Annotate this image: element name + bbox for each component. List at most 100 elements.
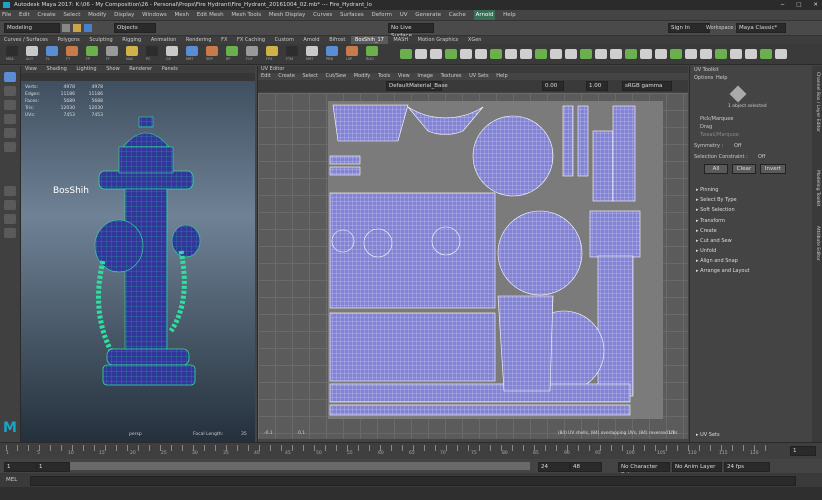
viewport-menu-item[interactable]: Show [106,66,120,72]
menu-surfaces[interactable]: Surfaces [340,10,364,20]
gamma-field[interactable]: 1.00 [586,81,608,91]
uv-menu-item[interactable]: Tools [378,73,390,79]
shelf-tab-active[interactable]: BosShih_17 [350,36,388,44]
viewport-menu-item[interactable]: Shading [46,66,66,72]
time-slider[interactable]: 1 5 10 15 20 25 30 35 40 45 50 55 60 65 70 75 80 85 90 95 10… [0,442,822,459]
colorspace-dropdown[interactable]: sRGB gamma [622,81,672,91]
range-end-field[interactable]: 24 [538,462,570,472]
menu-select[interactable]: Select [63,10,80,20]
material-dropdown[interactable]: DefaultMaterial_Base [386,81,448,91]
section-create[interactable]: Create [696,228,717,234]
shelf-tool-icon[interactable] [430,49,442,59]
section-uv-sets[interactable]: UV Sets [696,432,720,438]
shelf-tool-icon[interactable] [775,49,787,59]
shelf-tool-icon[interactable] [640,49,652,59]
shelf-tool-icon[interactable] [46,46,58,56]
shelf-tool-icon[interactable] [246,46,258,56]
menu-mesh[interactable]: Mesh [174,10,188,20]
menu-edit[interactable]: Edit [19,10,30,20]
shelf-tool-icon[interactable] [6,46,18,56]
menu-help[interactable]: Help [503,10,516,20]
shelf-tool-icon[interactable] [226,46,238,56]
shelf-tool-icon[interactable] [730,49,742,59]
shelf-tool-icon[interactable] [760,49,772,59]
start-frame-field[interactable]: 1 [4,462,38,472]
shelf-tool-icon[interactable] [306,46,318,56]
shelf-tool-icon[interactable] [655,49,667,59]
section-transform[interactable]: Transform [696,218,725,224]
menu-mesh-tools[interactable]: Mesh Tools [231,10,261,20]
workspace-dropdown[interactable]: Maya Classic* [736,23,786,33]
shelf-tool-icon[interactable] [550,49,562,59]
shelf-tool-icon[interactable] [126,46,138,56]
fps-dropdown[interactable]: 24 fps [724,462,770,472]
layout-side-icon[interactable] [4,214,16,224]
shelf-tool-icon[interactable] [146,46,158,56]
shelf-tool-icon[interactable] [400,49,412,59]
shelf-tool-icon[interactable] [715,49,727,59]
shelf-tool-icon[interactable] [595,49,607,59]
section-arrange-and-layout[interactable]: Arrange and Layout [696,268,750,274]
shelf-tool-icon[interactable] [625,49,637,59]
shelf-tab[interactable]: MASH [389,36,412,44]
uv-menu-item[interactable]: Create [278,73,295,79]
shelf-tab[interactable]: Arnold [299,36,323,44]
side-tab-attribute-editor[interactable]: Attribute Editor [815,226,820,261]
shelf-tool-icon[interactable] [26,46,38,56]
symmetry-value[interactable]: Off [734,143,741,149]
menu-uv[interactable]: UV [400,10,408,20]
shelf-tab[interactable]: Custom [271,36,298,44]
layout-four-icon[interactable] [4,200,16,210]
section-align-and-snap[interactable]: Align and Snap [696,258,738,264]
shelf-tab[interactable]: FX Caching [233,36,269,44]
shelf-tool-icon[interactable] [700,49,712,59]
tweak-marquee-option[interactable]: Tweak/Marquee [700,132,739,138]
minimize-icon[interactable]: ─ [781,0,784,10]
section-unfold[interactable]: Unfold [696,248,716,254]
menu-generate[interactable]: Generate [415,10,441,20]
shelf-tool-icon[interactable] [580,49,592,59]
menu-deform[interactable]: Deform [372,10,392,20]
shelf-tool-icon[interactable] [186,46,198,56]
shelf-tool-icon[interactable] [520,49,532,59]
shelf-tool-icon[interactable] [475,49,487,59]
anim-layer-dropdown[interactable]: No Anim Layer [672,462,722,472]
menu-mesh-display[interactable]: Mesh Display [269,10,306,20]
shelf-tool-icon[interactable] [610,49,622,59]
mode-dropdown[interactable]: Modeling [4,23,60,33]
new-scene-icon[interactable] [62,24,70,32]
shelf-tool-icon[interactable] [346,46,358,56]
shelf-tab[interactable]: Sculpting [85,36,116,44]
uv-menu-item[interactable]: Modify [354,73,371,79]
shelf-tool-icon[interactable] [166,46,178,56]
section-pinning[interactable]: Pinning [696,187,718,193]
shelf-tab[interactable]: Animation [147,36,181,44]
shelf-tool-icon[interactable] [415,49,427,59]
perspective-viewport[interactable]: View Shading Lighting Show Renderer Pane… [21,66,255,442]
paint-select-icon[interactable] [4,100,16,110]
shelf-tool-icon[interactable] [490,49,502,59]
menu-edit-mesh[interactable]: Edit Mesh [197,10,224,20]
live-surface-field[interactable]: No Live Surface [388,23,434,39]
close-icon[interactable]: ✕ [813,0,818,10]
shelf-tool-icon[interactable] [460,49,472,59]
section-soft-selection[interactable]: Soft Selection [696,207,735,213]
shelf-tab[interactable]: XGen [464,36,486,44]
shelf-tool-icon[interactable] [565,49,577,59]
fire-hydrant-model[interactable] [81,111,221,411]
maximize-icon[interactable]: □ [796,0,801,10]
section-cut-and-sew[interactable]: Cut and Sew [696,238,732,244]
shelf-tool-icon[interactable] [326,46,338,56]
viewport-menu-item[interactable]: Panels [162,66,178,72]
objects-dropdown[interactable]: Objects [114,23,156,33]
shelf-tab[interactable]: Bifrost [325,36,349,44]
pick-marquee-option[interactable]: Pick/Marquee [700,116,733,122]
shelf-tab[interactable]: Curves / Surfaces [0,36,52,44]
shelf-tab[interactable]: FX [217,36,231,44]
shelf-tool-icon[interactable] [685,49,697,59]
uv-menu-item[interactable]: View [398,73,410,79]
viewport-menu-item[interactable]: Lighting [76,66,96,72]
uv-menu-item[interactable]: Cut/Sew [326,73,347,79]
menu-create[interactable]: Create [37,10,55,20]
cube-icon[interactable] [729,85,747,103]
